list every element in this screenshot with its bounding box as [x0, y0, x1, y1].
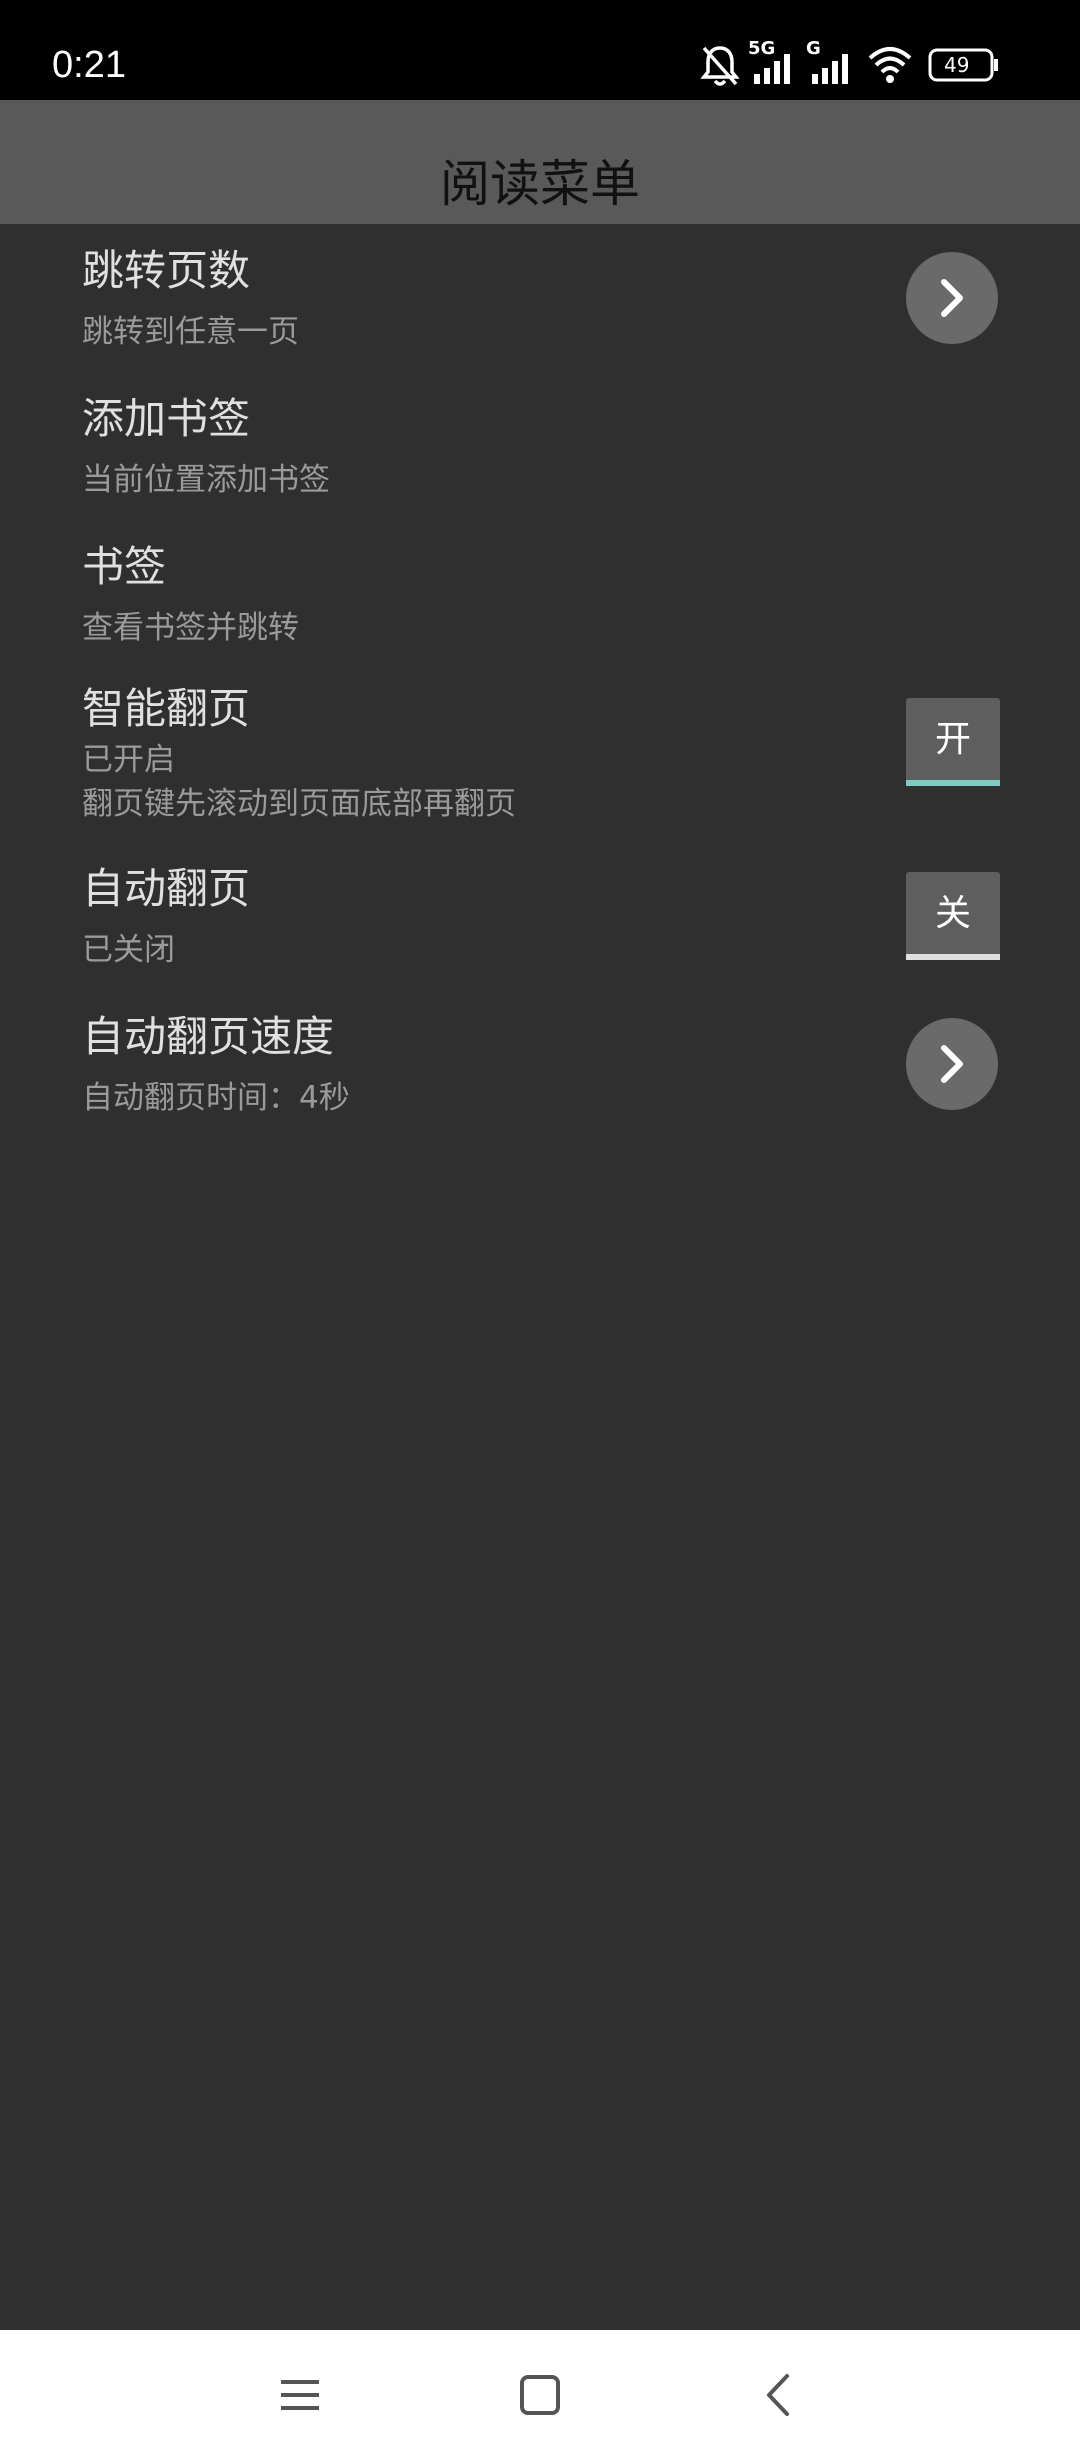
battery-level: 49 [944, 53, 970, 77]
chevron-right-icon [941, 1045, 963, 1083]
toggle-indicator [906, 954, 1000, 960]
home-icon[interactable] [505, 2360, 575, 2430]
toggle-label: 关 [934, 893, 971, 934]
menu-item-subtitle: 已关闭 [82, 932, 175, 968]
menu-item-subtitle: 跳转到任意一页 [82, 314, 299, 350]
back-icon[interactable] [745, 2360, 815, 2430]
menu-item-bookmarks[interactable]: 书签 查看书签并跳转 [0, 520, 1080, 660]
jump-page-button[interactable] [906, 252, 998, 344]
menu-item-jump-page[interactable]: 跳转页数 跳转到任意一页 [0, 224, 1080, 364]
status-time: 0:21 [52, 44, 126, 86]
menu-item-auto-page-turn-speed[interactable]: 自动翻页速度 自动翻页时间：4秒 [0, 1000, 1080, 1140]
menu-icon[interactable] [265, 2360, 335, 2430]
status-bar: 0:21 5G G 49 [0, 0, 1080, 100]
app-header: 阅读菜单 [0, 100, 1080, 224]
system-nav-bar [0, 2330, 1080, 2460]
menu-item-title: 智能翻页 [82, 684, 251, 733]
menu-item-auto-page-turn[interactable]: 自动翻页 已关闭 关 [0, 850, 1080, 990]
auto-page-turn-speed-button[interactable] [906, 1018, 998, 1110]
menu-item-subtitle: 当前位置添加书签 [82, 462, 330, 498]
menu-item-subtitle: 已开启 [82, 742, 175, 778]
status-icons: 5G G 49 [700, 38, 1030, 94]
signal-icon [812, 54, 848, 84]
menu-item-subtitle: 查看书签并跳转 [82, 610, 299, 646]
menu-item-subtitle: 自动翻页时间：4秒 [82, 1080, 350, 1116]
chevron-right-icon [941, 279, 963, 317]
signal-icon [754, 54, 790, 84]
auto-page-turn-toggle[interactable]: 关 [906, 872, 1000, 960]
menu-item-description: 翻页键先滚动到页面底部再翻页 [82, 786, 516, 822]
toggle-indicator [906, 780, 1000, 786]
menu-item-title: 自动翻页速度 [82, 1012, 335, 1061]
menu-item-add-bookmark[interactable]: 添加书签 当前位置添加书签 [0, 372, 1080, 512]
smart-page-turn-toggle[interactable]: 开 [906, 698, 1000, 786]
wifi-icon [868, 47, 912, 83]
bell-muted-icon [700, 46, 740, 86]
menu-item-title: 添加书签 [82, 394, 251, 443]
menu-item-title: 书签 [82, 542, 167, 591]
menu-item-title: 跳转页数 [82, 246, 251, 295]
toggle-label: 开 [934, 719, 971, 760]
page-title: 阅读菜单 [440, 155, 640, 213]
menu-item-smart-page-turn[interactable]: 智能翻页 已开启 翻页键先滚动到页面底部再翻页 开 [0, 670, 1080, 830]
menu-item-title: 自动翻页 [82, 864, 251, 913]
